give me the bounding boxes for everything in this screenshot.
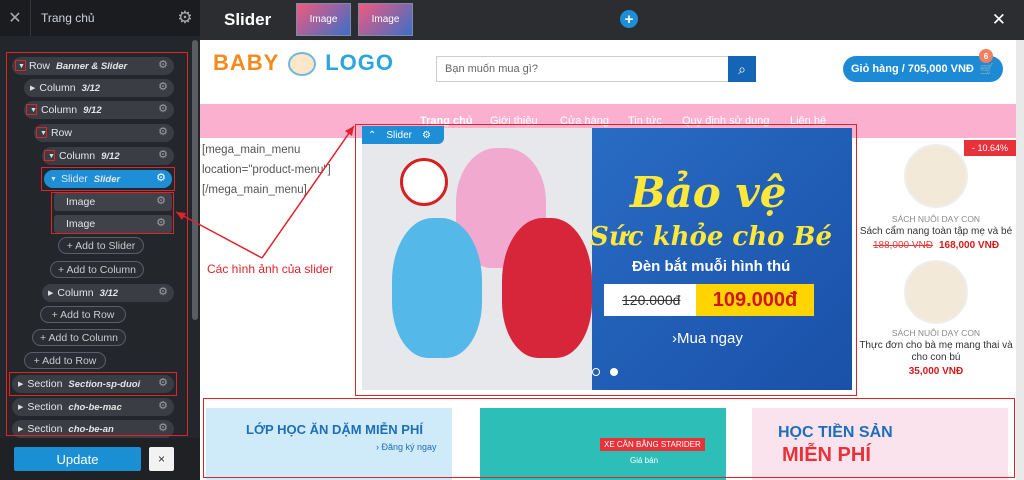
builder-panel: ✕ Trang chủ ⚙ ▼ Row Banner & Slider ⚙ ▶ … — [0, 0, 200, 480]
slider-element-tab[interactable]: ⌃ Slider ⚙ — [362, 126, 444, 144]
baby-face-icon — [288, 52, 317, 77]
panel-title: Trang chủ — [30, 0, 170, 36]
product-new-price: 168,000 VNĐ — [939, 240, 1000, 251]
update-button[interactable]: Update — [14, 447, 141, 471]
annotation-marker — [36, 127, 47, 138]
cart-button[interactable]: Giỏ hàng / 705,000 VNĐ 🛒 6 — [843, 49, 1003, 82]
shortcode-line: location="product-menu"] — [202, 164, 331, 176]
slide-thumbnail[interactable]: Image — [296, 3, 351, 36]
product-price: 188,000 VNĐ 168,000 VNĐ — [856, 240, 1016, 251]
product-image[interactable] — [904, 260, 968, 324]
element-title: Slider — [224, 10, 272, 29]
product-price: 35,000 VNĐ — [856, 366, 1016, 377]
annotation-slider-box — [355, 124, 857, 396]
cog-icon[interactable]: ⚙ — [422, 130, 431, 141]
shortcode-text: [mega_main_menu location="product-menu"]… — [202, 140, 352, 200]
cart-icon: 🛒 — [979, 62, 995, 76]
annotation-section-box — [203, 398, 1015, 478]
panel-scrollbar[interactable] — [192, 40, 198, 320]
close-icon[interactable]: ✕ — [992, 10, 1006, 30]
site-preview: BABY LOGO Bạn muốn mua gì? ⌕ Giỏ hàng / … — [200, 40, 1016, 480]
slider-tab-label: Slider — [386, 129, 412, 141]
search-input[interactable]: Bạn muốn mua gì? — [445, 63, 538, 75]
page-scrollbar[interactable] — [1016, 40, 1024, 480]
close-button[interactable]: × — [149, 447, 174, 471]
product-category: SÁCH NUÔI DẠY CON — [891, 328, 981, 338]
product-new-price: 35,000 VNĐ — [908, 366, 964, 377]
annotation-label: Các hình ảnh của slider — [207, 262, 334, 276]
annotation-slider-box — [41, 167, 175, 191]
gear-icon[interactable]: ⚙ — [170, 8, 200, 28]
shortcode-line: [/mega_main_menu] — [202, 184, 307, 196]
search-icon[interactable]: ⌕ — [728, 56, 756, 82]
annotation-marker — [26, 104, 37, 115]
product-title[interactable]: Thực đơn cho bà mẹ mang thai và cho con … — [856, 340, 1016, 364]
logo-text: BABY — [213, 50, 279, 75]
sidebar-products: SÁCH NUÔI DẠY CON Sách cẩm nang toàn tập… — [856, 132, 1016, 394]
annotation-section-box — [9, 372, 177, 396]
search-bar[interactable]: Bạn muốn mua gì? ⌕ — [436, 56, 756, 82]
logo-text: LOGO — [325, 50, 394, 75]
cart-count-badge: 6 — [979, 49, 993, 63]
annotation-marker — [15, 60, 26, 71]
add-slide-button[interactable]: + — [620, 10, 638, 28]
element-toolbar: Slider Image Image + ✕ — [200, 0, 1024, 40]
product-old-price: 188,000 VNĐ — [872, 240, 933, 251]
collapse-icon[interactable]: ⌃ — [368, 130, 376, 141]
cart-label: Giỏ hàng / 705,000 VNĐ — [851, 63, 974, 75]
annotation-images-box — [51, 192, 174, 234]
slide-thumbnail[interactable]: Image — [358, 3, 413, 36]
product-image[interactable] — [904, 144, 968, 208]
panel-header: ✕ Trang chủ ⚙ — [0, 0, 200, 36]
product-category: SÁCH NUÔI DẠY CON — [891, 214, 981, 224]
site-logo[interactable]: BABY LOGO — [213, 50, 394, 77]
annotation-marker — [44, 150, 55, 161]
close-panel-icon[interactable]: ✕ — [0, 8, 30, 28]
shortcode-line: [mega_main_menu — [202, 144, 301, 156]
product-title[interactable]: Sách cẩm nang toàn tập mẹ và bé — [856, 226, 1016, 238]
